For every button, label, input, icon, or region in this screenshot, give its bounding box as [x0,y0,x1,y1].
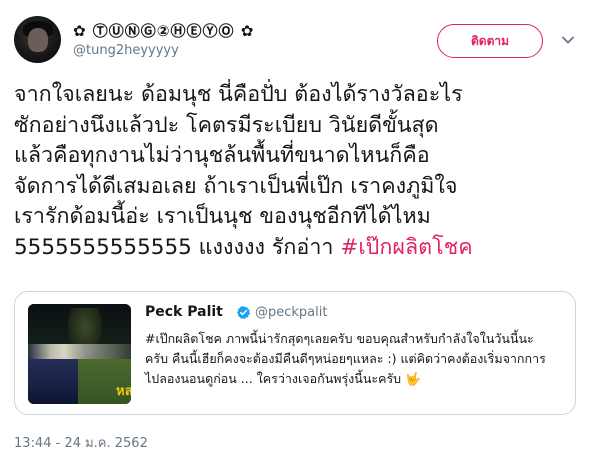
hashtag-link[interactable]: #เป๊กผลิตโชค [340,235,472,260]
tweet-text: จากใจเลยนะ ด้อมนุช นี่คือปั่บ ต้องได้ราง… [14,80,594,263]
avatar-face [28,28,48,52]
author-display-name[interactable]: ✿ ⓉⓊⓃⒼ②ⒽⒺⓎⓄ ✿ [73,20,254,41]
chevron-down-icon[interactable] [560,32,576,48]
quoted-tweet-image[interactable]: หล [28,304,131,404]
author-handle[interactable]: @tung2heyyyyy [73,43,179,58]
quoted-author-handle[interactable]: @peckpalit [255,305,327,320]
tweet-card: ✿ ⓉⓊⓃⒼ②ⒽⒺⓎⓄ ✿ @tung2heyyyyy ติดตาม จากใจ… [0,0,603,460]
image-caption: หล [116,384,131,399]
tweet-body: จากใจเลยนะ ด้อมนุช นี่คือปั่บ ต้องได้ราง… [14,82,463,260]
follow-button[interactable]: ติดตาม [437,24,543,58]
quoted-tweet[interactable]: หล Peck Palit @peckpalit #เป๊กผลิตโชค ภา… [14,291,576,415]
quoted-tweet-text: #เป๊กผลิตโชค ภาพนี้น่ารักสุดๆเลยครับ ขอบ… [145,331,546,386]
verified-badge-icon [236,305,251,319]
quoted-author-name[interactable]: Peck Palit [145,304,223,320]
tweet-timestamp[interactable]: 13:44 - 24 ม.ค. 2562 [14,432,148,453]
avatar[interactable] [14,16,61,63]
